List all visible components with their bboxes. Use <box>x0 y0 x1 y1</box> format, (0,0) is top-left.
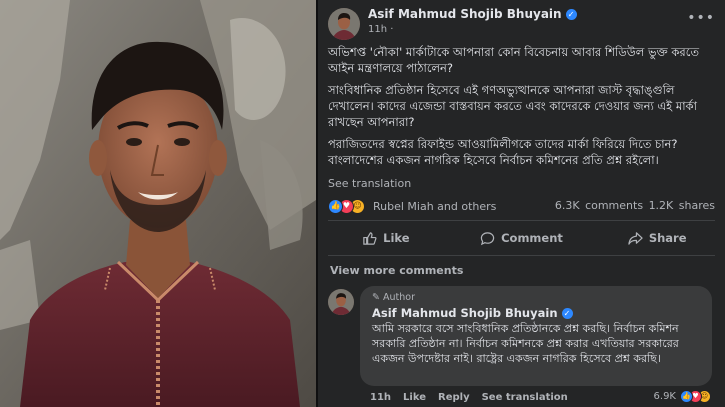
comment-author-name-text: Asif Mahmud Shojib Bhuyain <box>372 306 558 320</box>
post-author-name-text: Asif Mahmud Shojib Bhuyain <box>368 7 562 21</box>
post-engagement-counts: 6.3K comments 1.2K shares <box>555 199 715 212</box>
like-reaction-icon: 👍 <box>328 198 343 214</box>
post-paragraph: সাংবিধানিক প্রতিষ্ঠান হিসেবে এই গণঅভ্যুত… <box>328 83 697 129</box>
share-arrow-icon <box>628 231 643 245</box>
comment-see-translation-link[interactable]: See translation <box>482 392 568 403</box>
comment-reaction-count: 6.9K <box>653 391 676 402</box>
author-badge: ✎ Author <box>372 292 415 303</box>
post-author-name[interactable]: Asif Mahmud Shojib Bhuyain ✓ <box>368 7 577 21</box>
pen-icon: ✎ <box>372 292 380 303</box>
reaction-names: Rubel Miah and others <box>373 199 497 213</box>
privacy-globe-icon: · <box>390 24 394 35</box>
post-timestamp[interactable]: 11h · <box>368 24 393 35</box>
comment-button[interactable]: Comment <box>454 224 590 252</box>
comment-author-avatar[interactable] <box>328 289 354 315</box>
like-button[interactable]: Like <box>318 224 454 252</box>
comments-count-link[interactable]: 6.3K comments <box>555 199 643 212</box>
post-body: অভিশপ্ত 'নৌকা' মার্কাটাকে আপনারা কোন বিব… <box>328 44 716 174</box>
share-button[interactable]: Share <box>589 224 725 252</box>
portrait-image <box>0 0 316 407</box>
avatar-image <box>328 8 360 40</box>
comment-label: Comment <box>501 231 563 245</box>
divider <box>328 220 715 221</box>
comment-time[interactable]: 11h <box>370 392 391 403</box>
share-label: Share <box>648 231 687 245</box>
more-options-icon[interactable]: ••• <box>687 10 715 26</box>
comment-bubble-icon <box>480 231 495 245</box>
facebook-post-panel: Asif Mahmud Shojib Bhuyain ✓ 11h · ••• অভ… <box>318 0 725 407</box>
author-badge-label: Author <box>383 292 415 303</box>
comment-bubble: ✎ Author Asif Mahmud Shojib Bhuyain ✓ আমি… <box>360 286 712 386</box>
comment-reply-button[interactable]: Reply <box>438 392 470 403</box>
see-translation-link[interactable]: See translation <box>328 177 411 190</box>
like-reaction-icon: 👍 <box>680 390 693 403</box>
post-reactions-summary[interactable]: 👍 ♥ ☺ Rubel Miah and others <box>328 198 496 214</box>
comment-action-row: 11h Like Reply See translation <box>370 392 568 403</box>
like-label: Like <box>383 231 410 245</box>
comment-like-button[interactable]: Like <box>403 392 426 403</box>
post-time-text: 11h <box>368 24 388 35</box>
comment-reactions-summary[interactable]: 6.9K 👍 ♥ ☺ <box>653 390 711 403</box>
post-action-bar: Like Comment Share <box>318 224 725 252</box>
comment-author-name[interactable]: Asif Mahmud Shojib Bhuyain ✓ <box>372 306 573 320</box>
avatar-image <box>328 289 354 315</box>
view-more-comments-link[interactable]: View more comments <box>330 264 463 277</box>
verified-badge-icon: ✓ <box>565 9 577 20</box>
post-paragraph: পরাজিতদের স্বপ্নের রিফাইন্ড আওয়ামিলীগকে… <box>328 137 678 167</box>
verified-badge-icon: ✓ <box>561 308 573 319</box>
profile-photo <box>0 0 316 407</box>
thumbs-up-icon <box>363 231 377 245</box>
post-author-avatar[interactable] <box>328 8 360 40</box>
divider <box>328 255 715 256</box>
post-paragraph: অভিশপ্ত 'নৌকা' মার্কাটাকে আপনারা কোন বিব… <box>328 45 699 75</box>
comment-text: আমি সরকারে বসে সাংবিধানিক প্রতিষ্ঠানকে প… <box>372 322 679 365</box>
shares-count-link[interactable]: 1.2K shares <box>649 199 715 212</box>
